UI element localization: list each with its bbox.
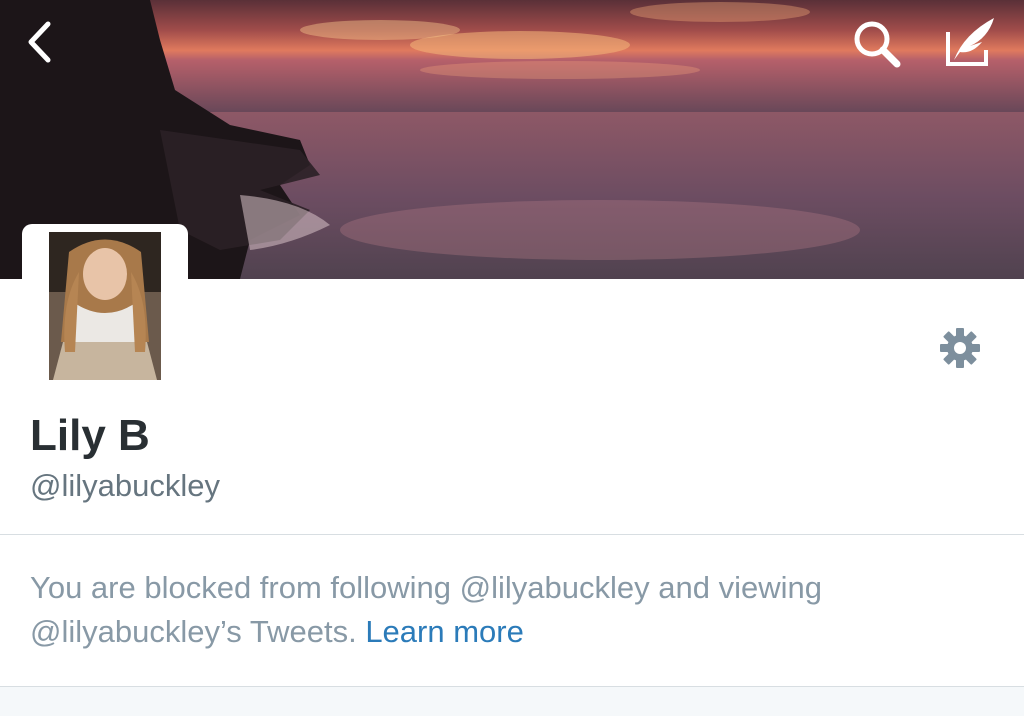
search-button[interactable] (848, 16, 908, 72)
search-icon (854, 21, 901, 68)
profile-name: Lily B (30, 411, 150, 460)
compose-tweet-button[interactable] (938, 10, 1004, 72)
avatar[interactable] (49, 232, 161, 380)
gear-icon (940, 328, 980, 368)
learn-more-link[interactable]: Learn more (365, 614, 524, 649)
chevron-left-icon (28, 21, 51, 63)
avatar-photo (49, 232, 161, 380)
profile-handle: @lilyabuckley (30, 468, 220, 503)
back-button[interactable] (18, 18, 62, 66)
bottom-area (0, 687, 1024, 716)
settings-button[interactable] (932, 320, 988, 376)
blocked-message-container: You are blocked from following @lilyabuc… (30, 566, 990, 654)
compose-tweet-icon (946, 18, 994, 66)
